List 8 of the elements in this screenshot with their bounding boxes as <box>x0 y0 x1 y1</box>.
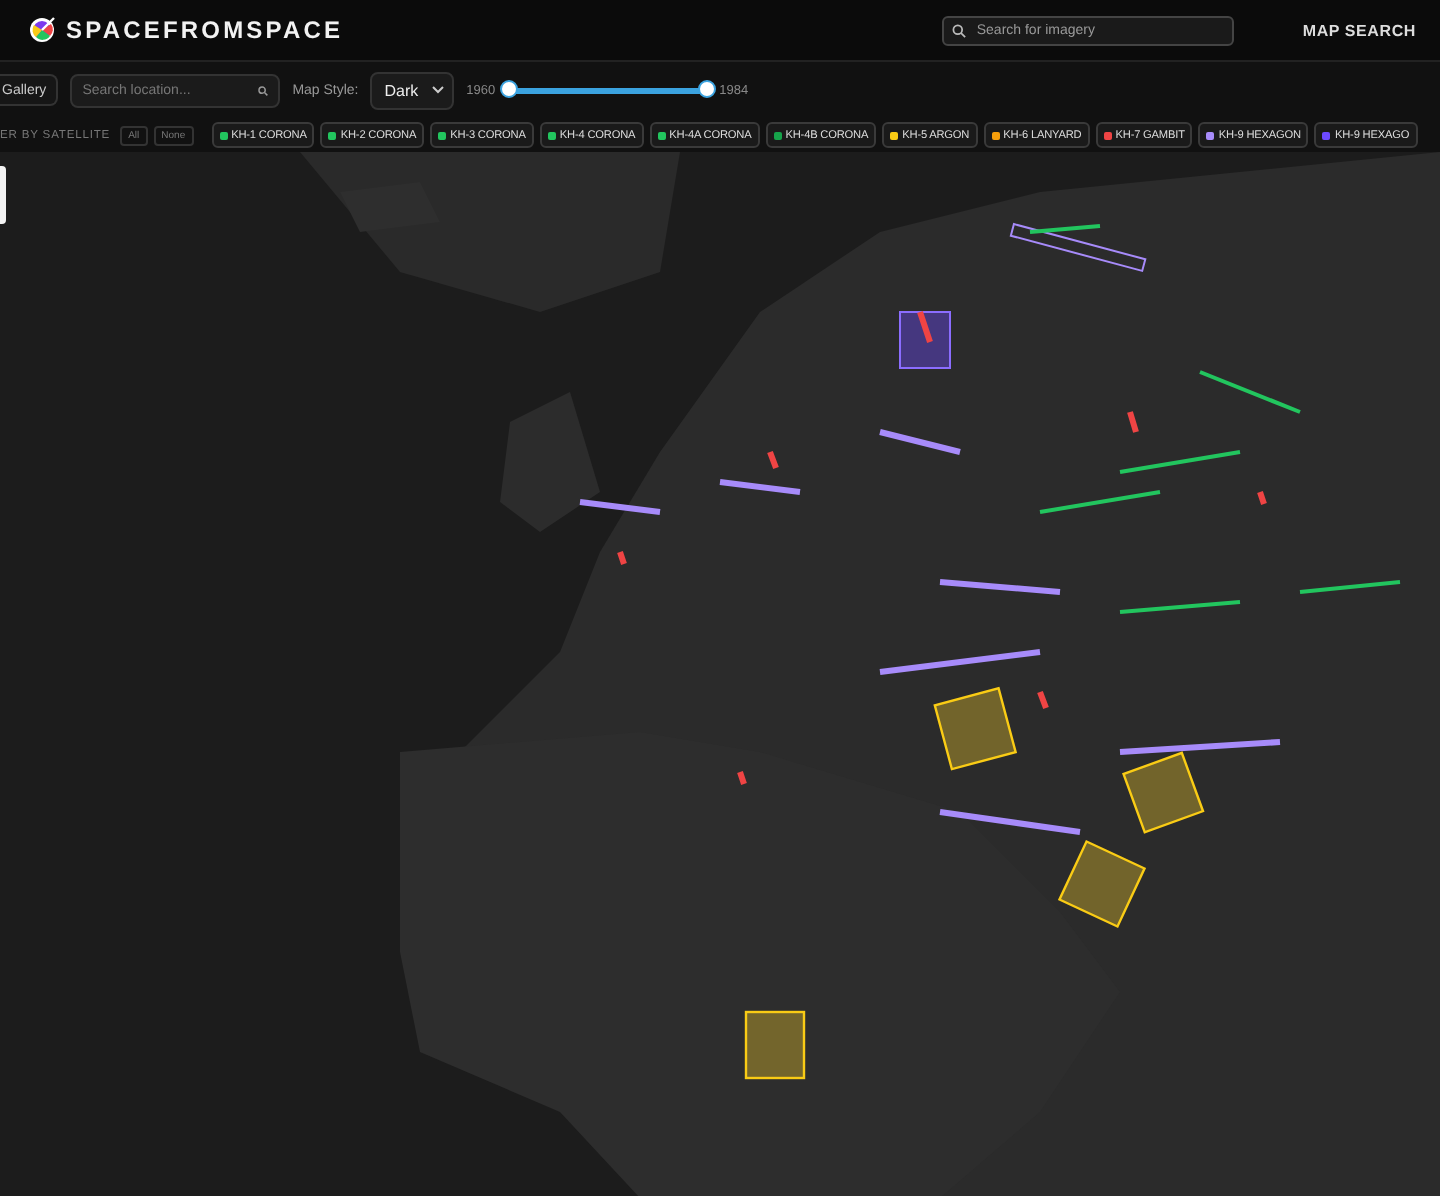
search-icon <box>952 23 967 37</box>
side-panel-handle[interactable] <box>0 166 6 224</box>
logo-icon <box>28 16 56 44</box>
brand-name: SPACEFROMSPACE <box>66 16 344 44</box>
search-icon[interactable] <box>258 85 269 95</box>
map-style-dropdown[interactable]: Dark <box>370 71 455 109</box>
caret-icon <box>432 86 445 94</box>
map-search-link[interactable]: MAP SEARCH <box>1302 21 1416 39</box>
